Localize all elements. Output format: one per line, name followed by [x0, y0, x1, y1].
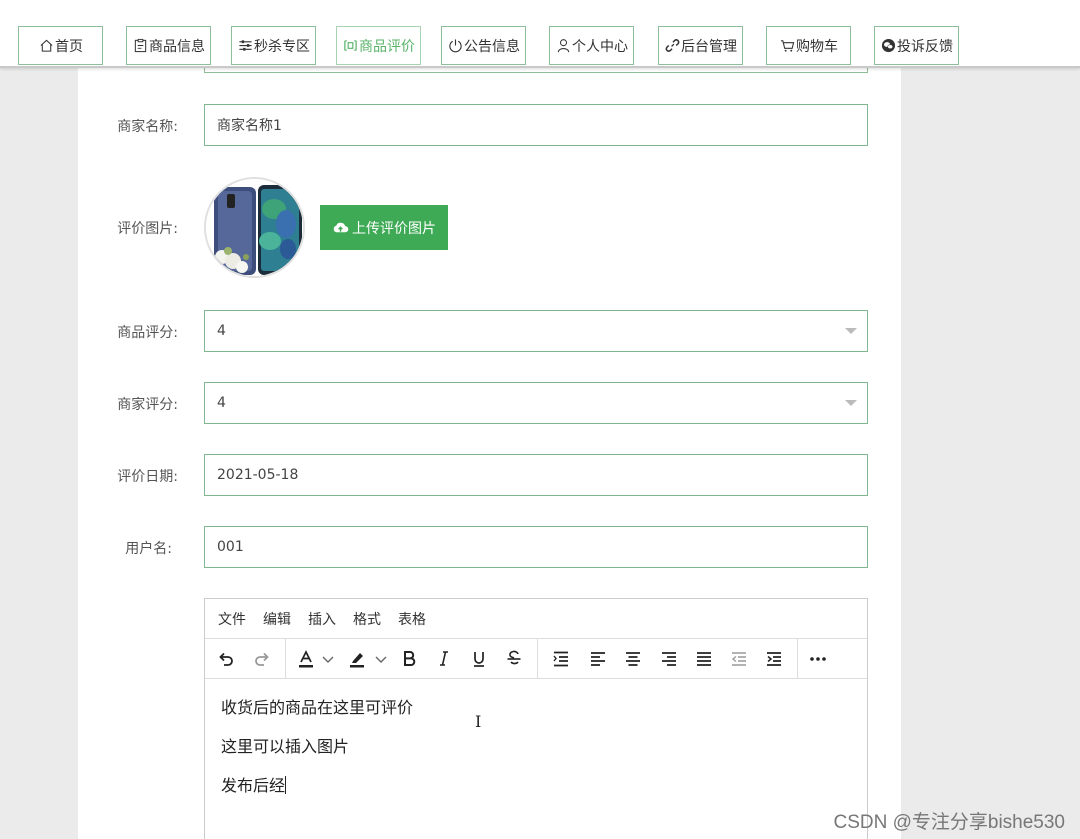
merchant-rating-select[interactable]: 4 — [204, 382, 868, 424]
wechat-icon — [880, 38, 896, 54]
review-image-label: 评价图片: — [117, 221, 178, 237]
nav-flash-sale[interactable]: 秒杀专区 — [231, 26, 316, 65]
dropdown-arrow-icon — [845, 328, 857, 334]
product-rating-label: 商品评分: — [117, 325, 178, 341]
editor-menubar: 文件 编辑 插入 格式 表格 — [205, 599, 867, 639]
menu-table[interactable]: 表格 — [398, 609, 426, 629]
comment-icon — [342, 38, 358, 54]
nav-reviews[interactable]: 商品评价 — [336, 26, 421, 65]
watermark: CSDN @专注分享bishe530 — [833, 812, 1065, 833]
editor-content-area[interactable]: 收货后的商品在这里可评价 这里可以插入图片 发布后经 — [205, 679, 867, 832]
nav-label: 公告信息 — [464, 38, 520, 55]
menu-insert[interactable]: 插入 — [308, 609, 336, 629]
nav-label: 秒杀专区 — [254, 38, 310, 55]
merchant-rating-value: 4 — [217, 395, 226, 411]
nav-label: 后台管理 — [681, 38, 737, 55]
toolbar-divider — [285, 639, 286, 679]
nav-label: 首页 — [55, 38, 83, 55]
review-date-label: 评价日期: — [117, 469, 178, 485]
phone-image — [206, 179, 303, 276]
underline-icon[interactable] — [468, 648, 490, 670]
upload-button-label: 上传评价图片 — [352, 220, 436, 237]
toolbar-divider — [797, 639, 798, 679]
indent-icon[interactable] — [763, 648, 785, 670]
user-icon — [555, 38, 571, 54]
nav-label: 个人中心 — [572, 38, 628, 55]
chevron-down-icon[interactable] — [374, 648, 388, 670]
nav-label: 购物车 — [796, 38, 838, 55]
cart-icon — [779, 38, 795, 54]
align-left-icon[interactable] — [587, 648, 609, 670]
home-icon — [38, 38, 54, 54]
review-image-preview — [204, 177, 305, 278]
align-right-icon[interactable] — [658, 648, 680, 670]
editor-paragraph-text: 发布后经 — [221, 776, 286, 795]
nav-products[interactable]: 商品信息 — [126, 26, 211, 65]
nav-label: 投诉反馈 — [897, 38, 953, 55]
merchant-name-input[interactable]: 商家名称1 — [204, 104, 868, 146]
editor-paragraph-current: 发布后经 — [221, 775, 851, 796]
text-caret — [285, 776, 287, 794]
nav-home[interactable]: 首页 — [18, 26, 103, 65]
username-input[interactable]: 001 — [204, 526, 868, 568]
clipboard-icon — [132, 38, 148, 54]
nav-label: 商品评价 — [359, 38, 415, 55]
merchant-rating-label: 商家评分: — [117, 397, 178, 413]
redo-icon[interactable] — [251, 648, 273, 670]
align-center-icon[interactable] — [622, 648, 644, 670]
toolbar-divider — [537, 639, 538, 679]
merchant-name-label: 商家名称: — [117, 119, 178, 135]
nav-label: 商品信息 — [149, 38, 205, 55]
editor-paragraph: 这里可以插入图片 — [221, 737, 350, 756]
ibeam-cursor-icon: I — [475, 712, 482, 731]
more-icon[interactable] — [807, 648, 829, 670]
menu-file[interactable]: 文件 — [218, 609, 246, 629]
product-rating-select[interactable]: 4 — [204, 310, 868, 352]
upload-review-image-button[interactable]: 上传评价图片 — [320, 205, 448, 250]
strikethrough-icon[interactable] — [503, 648, 525, 670]
line-height-icon[interactable] — [550, 648, 572, 670]
nav-feedback[interactable]: 投诉反馈 — [874, 26, 959, 65]
nav-announcements[interactable]: 公告信息 — [441, 26, 526, 65]
cloud-upload-icon — [333, 222, 349, 233]
nav-admin[interactable]: 后台管理 — [658, 26, 743, 65]
product-rating-value: 4 — [217, 323, 226, 339]
text-color-icon[interactable] — [295, 648, 317, 670]
outdent-icon[interactable] — [728, 648, 750, 670]
review-date-input[interactable]: 2021-05-18 — [204, 454, 868, 496]
highlight-icon[interactable] — [346, 648, 368, 670]
bold-icon[interactable] — [398, 648, 420, 670]
power-icon — [447, 38, 463, 54]
link-icon — [664, 38, 680, 54]
italic-icon[interactable] — [433, 648, 455, 670]
editor-toolbar — [205, 639, 867, 679]
nav-cart[interactable]: 购物车 — [766, 26, 851, 65]
menu-format[interactable]: 格式 — [353, 609, 381, 629]
dropdown-arrow-icon — [845, 400, 857, 406]
chevron-down-icon[interactable] — [321, 648, 335, 670]
top-nav: 首页 商品信息 秒杀专区 商品评价 公告信息 个人中心 后台管理 购物车 投诉反… — [0, 0, 1080, 68]
editor-paragraph: 收货后的商品在这里可评价 — [221, 698, 414, 717]
username-label: 用户名: — [125, 541, 172, 557]
rich-text-editor: 文件 编辑 插入 格式 表格 收货后的商品在这里可评价 这里可以插入图片 发布后… — [204, 598, 868, 839]
undo-icon[interactable] — [215, 648, 237, 670]
sliders-icon — [237, 38, 253, 54]
menu-edit[interactable]: 编辑 — [263, 609, 291, 629]
align-justify-icon[interactable] — [693, 648, 715, 670]
nav-profile[interactable]: 个人中心 — [549, 26, 634, 65]
